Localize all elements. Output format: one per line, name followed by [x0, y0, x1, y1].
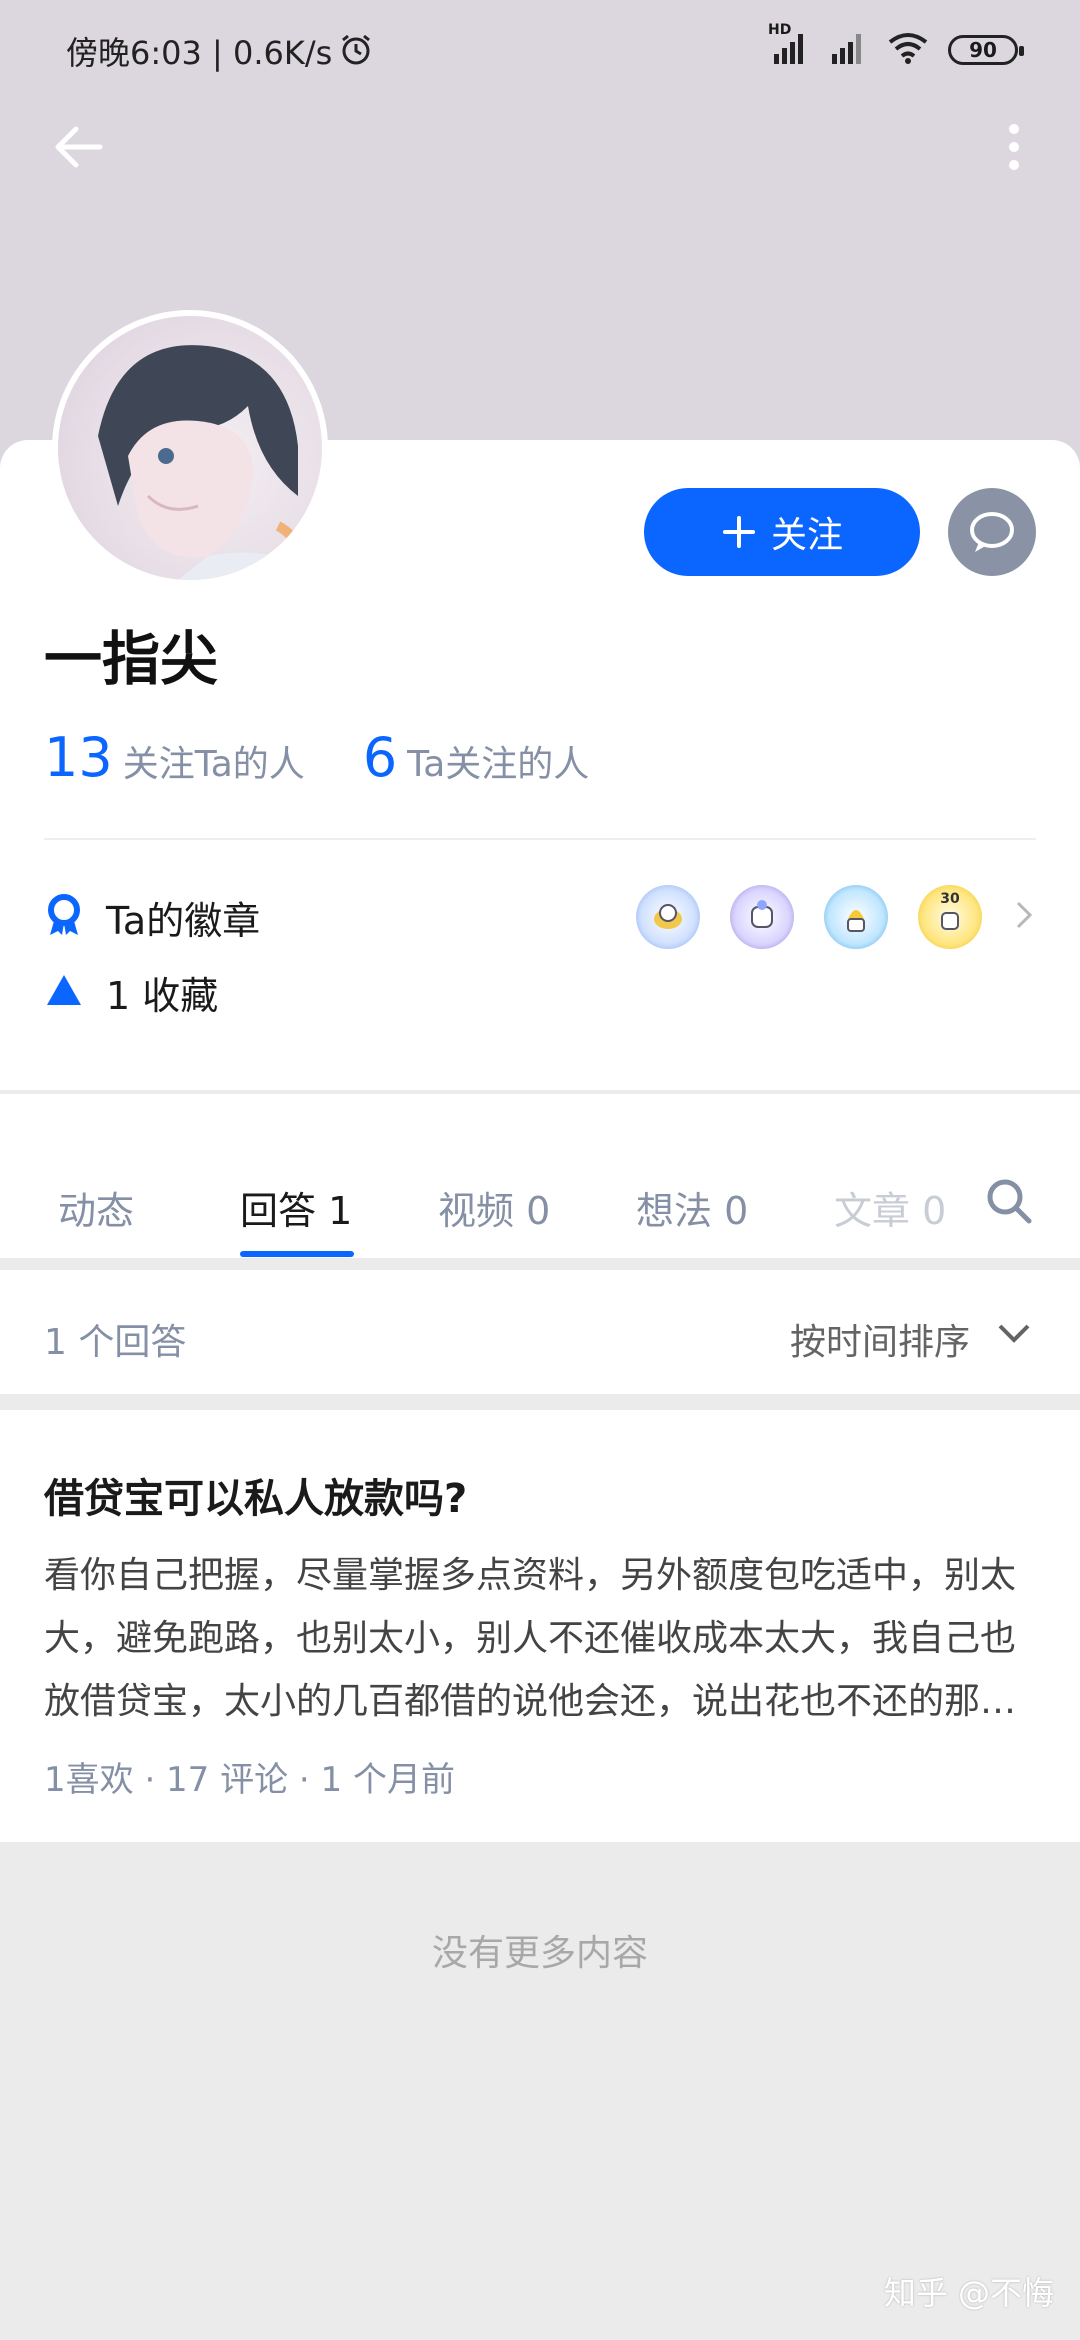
- avatar-image: [58, 316, 322, 580]
- followers-label[interactable]: 关注Ta的人: [123, 735, 305, 787]
- following-label[interactable]: Ta关注的人: [407, 735, 589, 787]
- chevron-right-icon: [1012, 897, 1036, 937]
- medal-icon: [44, 893, 84, 941]
- tab-answers[interactable]: 回答 1: [240, 1180, 352, 1235]
- avatar[interactable]: [52, 310, 328, 586]
- triangle-icon: [44, 972, 84, 1012]
- active-tab-indicator: [240, 1251, 354, 1257]
- profile-name: 一指尖: [44, 625, 219, 693]
- more-button[interactable]: [984, 112, 1044, 182]
- search-icon[interactable]: [984, 1176, 1034, 1226]
- answer-excerpt[interactable]: 看你自己把握，尽量掌握多点资料，另外额度包吃适中，别太大，避免跑路，也别太小，别…: [44, 1544, 1036, 1733]
- badge-icon-2: [730, 885, 794, 949]
- back-button[interactable]: [44, 112, 114, 182]
- watermark: 知乎 @不悔: [883, 2274, 1054, 2312]
- badge-icon-1: [636, 885, 700, 949]
- answer-count: 1 个回答: [44, 1322, 187, 1363]
- badge-icon-4: 30: [918, 885, 982, 949]
- signal-icon: [828, 30, 868, 70]
- tab-thoughts[interactable]: 想法 0: [636, 1180, 748, 1235]
- collect-row[interactable]: 1 收藏: [44, 962, 218, 1022]
- battery-level: 90: [969, 38, 997, 62]
- badge-icon-3: [824, 885, 888, 949]
- message-button[interactable]: [948, 488, 1036, 576]
- badge-list: 30: [636, 882, 1036, 952]
- network-label: HD: [768, 22, 792, 38]
- tab-activity[interactable]: 动态: [58, 1180, 134, 1235]
- follow-stats: 13 关注Ta的人 6 Ta关注的人: [44, 726, 647, 789]
- signal-hd-icon: HD: [768, 22, 810, 70]
- status-time: 傍晚6:03 | 0.6K/s: [66, 34, 333, 72]
- sort-dropdown[interactable]: 按时间排序: [790, 1313, 970, 1365]
- status-bar: 傍晚6:03 | 0.6K/s HD 90: [0, 0, 1080, 100]
- chat-bubble-icon: [970, 512, 1014, 552]
- badges-row[interactable]: Ta的徽章 30: [44, 882, 1036, 952]
- chevron-down-icon[interactable]: [992, 1312, 1036, 1356]
- tab-articles[interactable]: 文章 0: [834, 1180, 946, 1235]
- followers-count[interactable]: 13: [44, 726, 113, 789]
- arrow-left-icon: [55, 126, 103, 168]
- divider: [44, 838, 1036, 840]
- no-more-content: 没有更多内容: [431, 1933, 648, 1974]
- battery-icon: 90: [948, 35, 1024, 65]
- alarm-icon: [338, 32, 374, 72]
- follow-button[interactable]: 关注: [644, 488, 920, 576]
- follow-label: 关注: [770, 515, 843, 556]
- badge4-text: 30: [940, 891, 960, 907]
- more-vertical-icon: [1009, 124, 1019, 170]
- status-icons: HD 90: [768, 22, 1024, 72]
- badges-label: Ta的徽章: [106, 898, 261, 943]
- question-title[interactable]: 借贷宝可以私人放款吗?: [44, 1466, 467, 1524]
- plus-icon: [722, 516, 755, 548]
- collect-label: 1 收藏: [106, 973, 219, 1018]
- wifi-icon: [886, 30, 930, 70]
- tab-videos[interactable]: 视频 0: [438, 1180, 550, 1235]
- following-count[interactable]: 6: [363, 726, 397, 789]
- answer-meta: 1喜欢 · 17 评论 · 1 个月前: [44, 1760, 455, 1800]
